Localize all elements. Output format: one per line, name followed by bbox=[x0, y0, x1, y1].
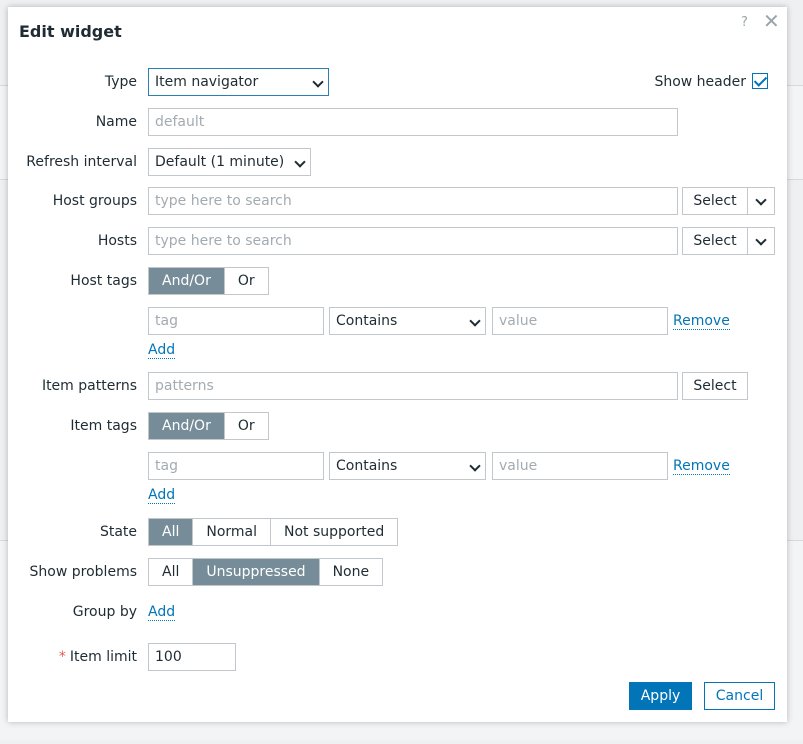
host-tags-mode-toggle: And/Or Or bbox=[148, 267, 269, 295]
host-tag-name-input[interactable] bbox=[148, 307, 324, 335]
chevron-down-icon bbox=[294, 156, 306, 168]
name-input[interactable] bbox=[148, 108, 678, 136]
host-groups-select-button[interactable]: Select bbox=[682, 187, 748, 215]
refresh-interval-label: Refresh interval bbox=[26, 154, 137, 170]
show-header-checkbox[interactable] bbox=[752, 73, 768, 89]
host-tags-mode-or[interactable]: Or bbox=[225, 268, 268, 294]
help-icon[interactable]: ? bbox=[741, 15, 748, 30]
hosts-select-button[interactable]: Select bbox=[682, 227, 748, 255]
item-limit-label: * Item limit bbox=[59, 649, 137, 665]
host-tag-value-input[interactable] bbox=[492, 307, 668, 335]
item-tag-remove-link[interactable]: Remove bbox=[673, 458, 730, 475]
host-groups-dropdown-button[interactable] bbox=[747, 187, 775, 215]
host-groups-label: Host groups bbox=[52, 193, 137, 209]
show-problems-toggle: All Unsuppressed None bbox=[148, 558, 384, 586]
close-icon[interactable]: ✕ bbox=[763, 10, 780, 32]
chevron-down-icon bbox=[312, 76, 324, 88]
state-option-all[interactable]: All bbox=[149, 519, 194, 545]
host-tag-operator-select[interactable]: Contains bbox=[329, 307, 486, 335]
item-limit-label-text: Item limit bbox=[69, 649, 137, 665]
required-marker: * bbox=[58, 649, 66, 665]
show-problems-option-none[interactable]: None bbox=[320, 559, 383, 585]
item-patterns-select-button[interactable]: Select bbox=[682, 372, 748, 400]
state-toggle: All Normal Not supported bbox=[148, 518, 399, 546]
group-by-add-link[interactable]: Add bbox=[148, 604, 176, 621]
item-tags-label: Item tags bbox=[70, 418, 137, 434]
state-label: State bbox=[99, 524, 137, 540]
state-option-normal[interactable]: Normal bbox=[193, 519, 272, 545]
item-patterns-input[interactable] bbox=[148, 372, 678, 400]
type-select-value: Item navigator bbox=[155, 74, 259, 90]
chevron-down-icon bbox=[469, 315, 481, 327]
item-tag-value-input[interactable] bbox=[492, 452, 668, 480]
apply-button[interactable]: Apply bbox=[629, 682, 692, 710]
name-label: Name bbox=[95, 114, 137, 130]
type-label: Type bbox=[104, 74, 137, 90]
item-tag-operator-value: Contains bbox=[336, 458, 398, 474]
edit-widget-dialog: Edit widget ? ✕ Type Item navigator Show… bbox=[8, 7, 787, 722]
item-tag-name-input[interactable] bbox=[148, 452, 324, 480]
item-tags-mode-or[interactable]: Or bbox=[225, 413, 268, 439]
chevron-down-icon bbox=[755, 234, 767, 246]
hosts-input[interactable] bbox=[148, 227, 678, 255]
show-header-label: Show header bbox=[654, 74, 746, 90]
refresh-interval-value: Default (1 minute) bbox=[155, 154, 285, 170]
item-patterns-label: Item patterns bbox=[41, 378, 137, 394]
host-groups-input[interactable] bbox=[148, 187, 678, 215]
host-tag-add-link[interactable]: Add bbox=[148, 342, 176, 359]
item-limit-input[interactable] bbox=[148, 643, 236, 671]
host-tag-remove-link[interactable]: Remove bbox=[673, 313, 730, 330]
cancel-button[interactable]: Cancel bbox=[704, 682, 775, 710]
type-select[interactable]: Item navigator bbox=[148, 68, 329, 96]
item-tags-mode-andor[interactable]: And/Or bbox=[149, 413, 225, 439]
hosts-dropdown-button[interactable] bbox=[747, 227, 775, 255]
show-problems-option-all[interactable]: All bbox=[149, 559, 194, 585]
chevron-down-icon bbox=[755, 194, 767, 206]
item-tags-mode-toggle: And/Or Or bbox=[148, 412, 269, 440]
show-problems-option-unsuppressed[interactable]: Unsuppressed bbox=[193, 559, 320, 585]
hosts-label: Hosts bbox=[97, 233, 137, 249]
host-tags-mode-andor[interactable]: And/Or bbox=[149, 268, 225, 294]
dialog-title: Edit widget bbox=[19, 22, 122, 41]
host-tag-operator-value: Contains bbox=[336, 313, 398, 329]
chevron-down-icon bbox=[469, 460, 481, 472]
group-by-label: Group by bbox=[72, 604, 137, 620]
show-problems-label: Show problems bbox=[29, 564, 137, 580]
host-tags-label: Host tags bbox=[70, 273, 137, 289]
refresh-interval-select[interactable]: Default (1 minute) bbox=[148, 148, 311, 176]
item-tag-add-link[interactable]: Add bbox=[148, 487, 176, 504]
state-option-not-supported[interactable]: Not supported bbox=[271, 519, 397, 545]
item-tag-operator-select[interactable]: Contains bbox=[329, 452, 486, 480]
